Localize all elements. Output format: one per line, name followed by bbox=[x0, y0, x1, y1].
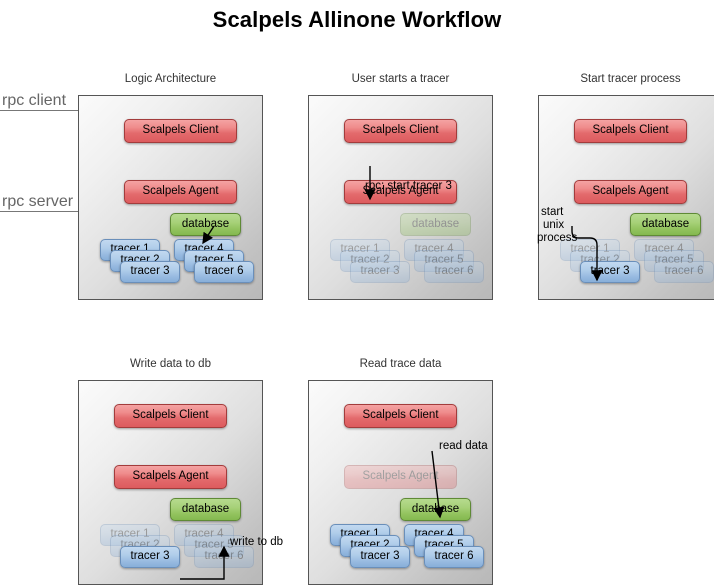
node-tracer-3[interactable]: tracer 3 bbox=[350, 546, 410, 568]
node-tracer-6[interactable]: tracer 6 bbox=[424, 546, 484, 568]
callout-label-rpc-client: rpc client bbox=[2, 92, 67, 109]
node-tracer-3[interactable]: tracer 3 bbox=[120, 546, 180, 568]
node-scalpels-client[interactable]: Scalpels Client bbox=[344, 119, 457, 143]
callout-label-rpc-server: rpc server bbox=[2, 193, 74, 210]
node-database[interactable]: database bbox=[400, 498, 471, 521]
edge-label-process: process bbox=[537, 232, 578, 244]
node-scalpels-agent[interactable]: Scalpels Agent bbox=[574, 180, 687, 204]
node-database[interactable]: database bbox=[170, 213, 241, 236]
node-tracer-3[interactable]: tracer 3 bbox=[580, 261, 640, 283]
node-scalpels-client[interactable]: Scalpels Client bbox=[574, 119, 687, 143]
node-tracer-6[interactable]: tracer 6 bbox=[194, 261, 254, 283]
node-tracer-3[interactable]: tracer 3 bbox=[120, 261, 180, 283]
edge-label-rpc-start-tracer: rpc: start tracer 3 bbox=[365, 180, 452, 192]
edge-label-start: start bbox=[541, 206, 564, 218]
panel-read-trace-data: Read trace data Scalpels Client Scalpels… bbox=[308, 358, 493, 585]
panel-start-tracer-process: Start tracer process Scalpels Client Sca… bbox=[537, 73, 714, 300]
node-tracer-6[interactable]: tracer 6 bbox=[654, 261, 714, 283]
panel-title: Read trace data bbox=[359, 358, 442, 370]
node-tracer-3[interactable]: tracer 3 bbox=[350, 261, 410, 283]
panel-title: Logic Architecture bbox=[124, 73, 217, 85]
edge-label-read-data: read data bbox=[439, 440, 488, 452]
page-title: Scalpels Allinone Workflow bbox=[212, 7, 502, 32]
node-database[interactable]: database bbox=[400, 213, 471, 236]
node-scalpels-client[interactable]: Scalpels Client bbox=[344, 404, 457, 428]
node-scalpels-agent[interactable]: Scalpels Agent bbox=[344, 465, 457, 489]
node-scalpels-agent[interactable]: Scalpels Agent bbox=[114, 465, 227, 489]
node-tracer-6[interactable]: tracer 6 bbox=[194, 546, 254, 568]
edge-label-unix: unix bbox=[543, 219, 565, 231]
node-scalpels-client[interactable]: Scalpels Client bbox=[114, 404, 227, 428]
node-database[interactable]: database bbox=[630, 213, 701, 236]
panel-user-starts-a-tracer: User starts a tracer Scalpels Client Sca… bbox=[308, 73, 493, 300]
edge-label-write-to-db: write to db bbox=[230, 536, 284, 548]
panel-title: Write data to db bbox=[130, 358, 211, 370]
panel-title: User starts a tracer bbox=[351, 73, 450, 85]
panel-write-data-to-db: Write data to db Scalpels Client Scalpel… bbox=[78, 358, 283, 585]
node-tracer-6[interactable]: tracer 6 bbox=[424, 261, 484, 283]
node-scalpels-agent[interactable]: Scalpels Agent bbox=[124, 180, 237, 204]
node-database[interactable]: database bbox=[170, 498, 241, 521]
node-scalpels-client[interactable]: Scalpels Client bbox=[124, 119, 237, 143]
panel-title: Start tracer process bbox=[580, 73, 681, 85]
panel-logic-architecture: Logic Architecture Scalpels Client Scalp… bbox=[78, 73, 263, 300]
